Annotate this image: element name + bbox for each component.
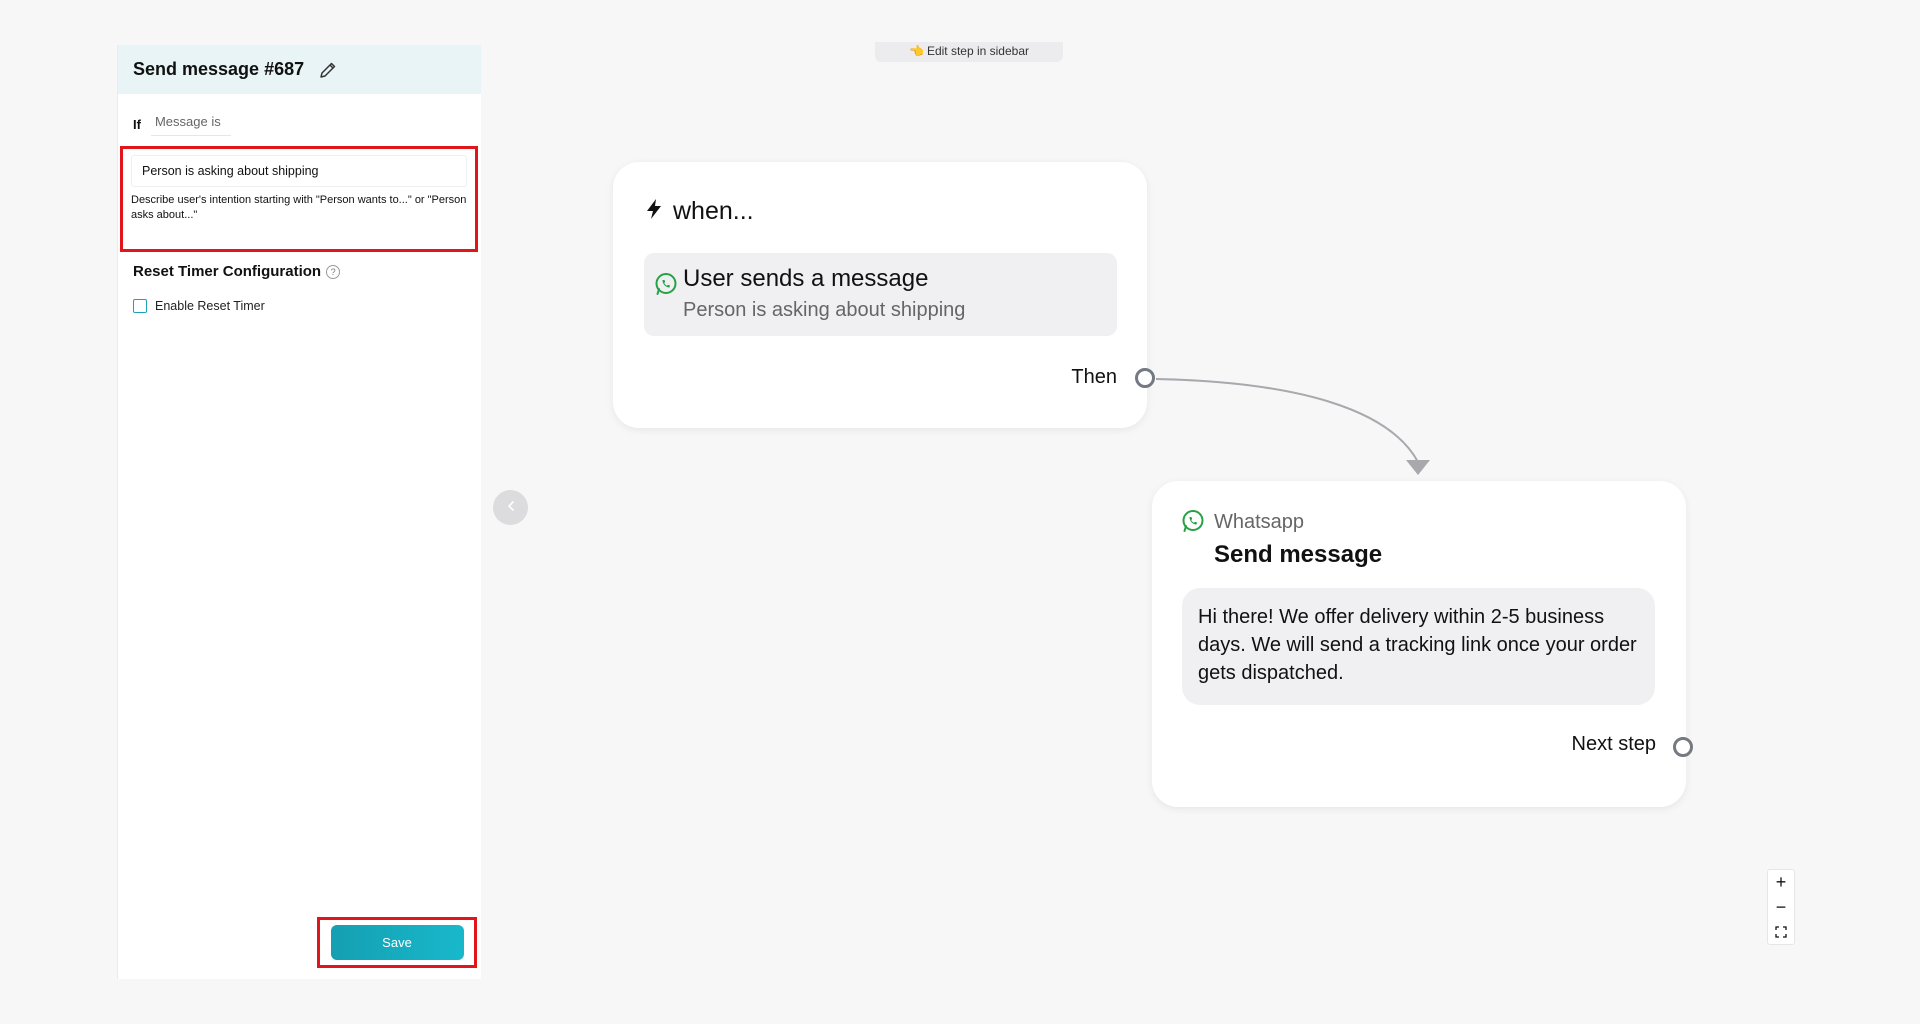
lightning-icon — [645, 198, 663, 225]
trigger-title: when... — [673, 197, 754, 225]
whatsapp-icon — [1181, 509, 1205, 538]
next-step-label: Next step — [1571, 733, 1656, 755]
message-preview: Hi there! We offer delivery within 2-5 b… — [1182, 588, 1655, 705]
then-output-port[interactable] — [1135, 368, 1155, 388]
zoom-out-button[interactable]: − — [1769, 896, 1793, 918]
whatsapp-icon — [654, 272, 678, 301]
action-title: Send message — [1214, 541, 1383, 568]
trigger-header: when... — [645, 197, 754, 226]
edge-arrowhead — [1406, 460, 1430, 475]
then-label: Then — [1071, 366, 1117, 388]
zoom-controls: + − — [1767, 869, 1795, 945]
trigger-card[interactable]: when... User sends a message Person is a… — [613, 162, 1147, 428]
zoom-in-button[interactable]: + — [1769, 871, 1793, 893]
next-step-output-port[interactable] — [1673, 737, 1693, 757]
fit-view-icon[interactable] — [1769, 921, 1793, 943]
action-channel: Whatsapp — [1214, 511, 1305, 533]
trigger-condition-text: Person is asking about shipping — [683, 299, 966, 321]
send-message-card[interactable]: Whatsapp Send message Hi there! We offer… — [1152, 481, 1686, 807]
trigger-event-box[interactable]: User sends a message Person is asking ab… — [644, 253, 1117, 336]
trigger-event-title: User sends a message — [683, 265, 929, 292]
